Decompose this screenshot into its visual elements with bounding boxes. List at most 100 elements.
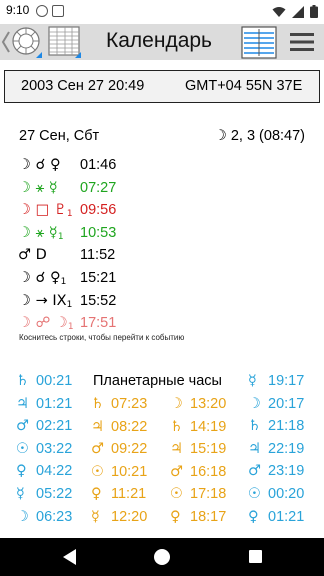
planetary-hour-time: 22:19 bbox=[268, 440, 305, 457]
planet-glyph: ♄ bbox=[248, 418, 261, 435]
planet-glyph: ☉ bbox=[91, 463, 104, 480]
planetary-hour-time: 12:20 bbox=[111, 509, 148, 525]
planetary-hour-time: 19:17 bbox=[268, 373, 305, 389]
planetary-hour-time: 15:19 bbox=[190, 441, 227, 458]
planetary-hour-time: 17:18 bbox=[190, 486, 227, 503]
planetary-hour-cell: ♄ 07:23 bbox=[91, 396, 147, 416]
event-time: 17:51 bbox=[80, 315, 117, 332]
status-time: 9:10 bbox=[6, 3, 30, 17]
horoscope-wheel-icon[interactable] bbox=[9, 26, 43, 58]
navigation-bar bbox=[0, 538, 324, 576]
event-time: 07:27 bbox=[80, 179, 117, 196]
battery-icon bbox=[310, 5, 318, 18]
hint-text: Коснитесь строки, чтобы перейти к событи… bbox=[19, 333, 185, 342]
event-aspect: ☽ → IX1 bbox=[18, 293, 72, 310]
planetary-hour-cell: ♂ 23:19 bbox=[248, 463, 304, 483]
event-row[interactable]: ☽ □ ♇1 09:56 bbox=[0, 200, 324, 223]
planetary-hour-cell: ☽ 06:23 bbox=[16, 509, 72, 529]
table-view-icon[interactable] bbox=[48, 26, 82, 58]
planet-glyph: ♀ bbox=[248, 508, 259, 525]
planetary-hour-time: 10:21 bbox=[111, 463, 148, 480]
planet-glyph: ☽ bbox=[170, 396, 183, 412]
page-title: Календарь bbox=[106, 29, 212, 52]
planetary-hour-cell: ♃ 08:22 bbox=[91, 419, 147, 439]
planet-glyph: ♂ bbox=[16, 418, 29, 435]
planetary-hour-time: 14:19 bbox=[190, 418, 227, 435]
day-header: 27 Сен, Сбт bbox=[19, 128, 100, 144]
timezone-coordinates: GMT+04 55N 37E bbox=[185, 78, 303, 94]
planetary-hour-time: 08:22 bbox=[111, 418, 148, 435]
planetary-hour-time: 01:21 bbox=[36, 395, 73, 412]
planet-glyph: ♄ bbox=[170, 418, 183, 435]
event-glyphs: ☽ ☌ ♀ bbox=[18, 270, 61, 286]
planetary-hour-time: 00:20 bbox=[268, 486, 305, 502]
event-row[interactable]: ☽ ☌ ♀ 01:46 bbox=[0, 155, 324, 178]
event-glyphs: ♂ D bbox=[18, 247, 47, 264]
app-toolbar: Календарь bbox=[0, 24, 324, 60]
event-row[interactable]: ☽ ⚹ ☿ 07:27 bbox=[0, 178, 324, 201]
event-row[interactable]: ♂ D 11:52 bbox=[0, 245, 324, 268]
event-glyphs: ☽ ⚹ ☿ bbox=[18, 179, 58, 196]
planetary-hour-time: 01:21 bbox=[268, 508, 305, 525]
planetary-hour-cell: ♂ 16:18 bbox=[170, 464, 226, 484]
planetary-hour-cell: ♂ 09:22 bbox=[91, 441, 147, 461]
planetary-hour-cell: ☽ 13:20 bbox=[170, 396, 226, 416]
event-glyphs: ☽ ☍ ☽ bbox=[18, 315, 68, 332]
current-datetime: 2003 Сен 27 20:49 bbox=[21, 78, 145, 94]
date-location-box[interactable]: 2003 Сен 27 20:49 GMT+04 55N 37E bbox=[4, 70, 320, 103]
planetary-hour-cell: ☉ 00:20 bbox=[248, 486, 304, 506]
planet-glyph: ♃ bbox=[91, 418, 104, 435]
nav-recent-apps-icon[interactable] bbox=[249, 550, 262, 563]
planetary-hour-cell: ♀ 11:21 bbox=[91, 486, 146, 506]
planet-glyph: ♂ bbox=[91, 441, 104, 458]
planet-glyph: ♃ bbox=[170, 441, 183, 458]
planetary-hours-title: Планетарные часы bbox=[93, 373, 222, 389]
event-retro-index: 1 bbox=[67, 322, 74, 333]
planet-glyph: ♃ bbox=[16, 395, 29, 412]
planetary-hour-time: 20:17 bbox=[268, 395, 305, 412]
planet-glyph: ♀ bbox=[170, 509, 181, 525]
event-time: 09:56 bbox=[80, 202, 117, 219]
planetary-hour-cell: ♄ 14:19 bbox=[170, 419, 226, 439]
event-retro-index: 1 bbox=[60, 277, 67, 287]
event-glyphs: ☽ → IX bbox=[18, 292, 67, 309]
planet-glyph: ☽ bbox=[16, 508, 29, 525]
nav-back-icon[interactable] bbox=[63, 549, 76, 565]
planet-glyph: ☿ bbox=[91, 509, 100, 525]
planetary-hour-cell: ♃ 15:19 bbox=[170, 441, 226, 461]
status-notification-icons bbox=[36, 5, 64, 17]
planetary-hour-time: 13:20 bbox=[190, 396, 227, 412]
wifi-icon bbox=[272, 6, 286, 17]
nav-home-icon[interactable] bbox=[154, 549, 170, 565]
planetary-hour-time: 16:18 bbox=[190, 463, 227, 480]
planetary-hour-cell: ♂ 02:21 bbox=[16, 418, 72, 438]
moon-phase: ☽ 2, 3 (08:47) bbox=[213, 128, 305, 144]
event-time: 11:52 bbox=[80, 247, 116, 264]
event-row[interactable]: ☽ ☌ ♀1 15:21 bbox=[0, 268, 324, 291]
planet-glyph: ♂ bbox=[170, 463, 183, 480]
event-aspect: ☽ ☍ ☽1 bbox=[18, 315, 74, 332]
event-aspect: ☽ ⚹ ☿ bbox=[18, 180, 58, 196]
planet-glyph: ☽ bbox=[248, 395, 261, 412]
event-glyphs: ☽ □ ♇ bbox=[18, 202, 67, 219]
planetary-hour-time: 03:22 bbox=[36, 440, 73, 457]
planet-glyph: ♀ bbox=[16, 463, 27, 480]
planetary-hour-time: 23:19 bbox=[268, 463, 305, 480]
menu-icon[interactable] bbox=[290, 33, 314, 51]
planetary-hour-cell: ☽ 20:17 bbox=[248, 396, 304, 416]
planetary-hour-cell: ☉ 10:21 bbox=[91, 464, 147, 484]
status-bar: 9:10 bbox=[0, 0, 324, 24]
planet-glyph: ☿ bbox=[248, 373, 257, 389]
planetary-hour-time: 21:18 bbox=[268, 418, 305, 435]
planetary-hour-time: 06:23 bbox=[36, 508, 73, 525]
planetary-hour-cell: ♃ 22:19 bbox=[248, 441, 304, 461]
event-aspect: ♂ D bbox=[18, 247, 47, 263]
event-row[interactable]: ☽ ⚹ ☿1 10:53 bbox=[0, 223, 324, 246]
event-glyphs: ☽ ☌ ♀ bbox=[18, 157, 61, 173]
event-row[interactable]: ☽ → IX1 15:52 bbox=[0, 291, 324, 314]
transit-lines-icon[interactable] bbox=[241, 26, 277, 59]
status-system-icons bbox=[272, 5, 318, 18]
planet-glyph: ☉ bbox=[16, 440, 29, 457]
planetary-hour-time: 05:22 bbox=[36, 486, 73, 502]
planet-glyph: ☉ bbox=[170, 486, 183, 503]
